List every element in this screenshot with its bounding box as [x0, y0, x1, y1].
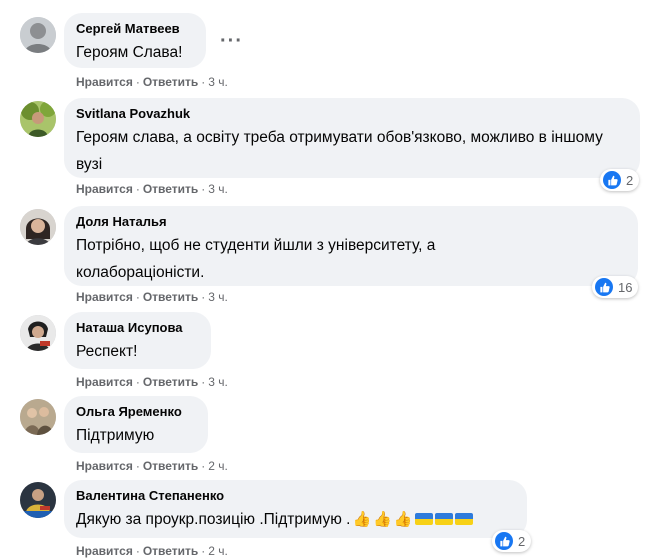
comment-text: Підтримую	[76, 427, 155, 444]
more-options-icon[interactable]: ···	[220, 31, 243, 51]
comment-actions: Нравится · Ответить · 3 ч.	[76, 290, 228, 304]
comment-time[interactable]: 3 ч.	[208, 182, 228, 196]
like-link[interactable]: Нравится	[76, 459, 133, 473]
comment-text-content: Дякую за проукр.позицію .Підтримую .	[76, 511, 351, 528]
comment-bubble: Валентина Степаненко Дякую за проукр.поз…	[64, 480, 527, 538]
comment-actions: Нравится · Ответить · 3 ч.	[76, 75, 228, 89]
reply-link[interactable]: Ответить	[143, 544, 198, 558]
comment-actions: Нравится · Ответить · 3 ч.	[76, 182, 228, 196]
reaction-number: 2	[518, 533, 526, 549]
avatar[interactable]	[20, 482, 56, 518]
avatar[interactable]	[20, 209, 56, 245]
comment-actions: Нравится · Ответить · 2 ч.	[76, 544, 228, 558]
comment-time[interactable]: 3 ч.	[208, 290, 228, 304]
thumbs-up-emoji: 👍	[373, 511, 392, 528]
avatar-image	[20, 399, 56, 435]
comment-bubble: Svitlana Povazhuk Героям слава, а освіту…	[64, 98, 640, 178]
comment-text: Респект!	[76, 343, 138, 360]
comment-time[interactable]: 2 ч.	[208, 459, 228, 473]
comment-author[interactable]: Ольга Яременко	[76, 404, 196, 420]
avatar-image	[20, 17, 56, 53]
reaction-number: 2	[626, 172, 634, 188]
like-link[interactable]: Нравится	[76, 290, 133, 304]
reply-link[interactable]: Ответить	[143, 75, 198, 89]
comment-bubble: Сергей Матвеев Героям Слава!	[64, 13, 206, 68]
reaction-count[interactable]: 16	[592, 276, 639, 298]
comment-time[interactable]: 3 ч.	[208, 375, 228, 389]
comment-author[interactable]: Сергей Матвеев	[76, 21, 194, 37]
comment-author[interactable]: Svitlana Povazhuk	[76, 106, 628, 122]
avatar-image	[20, 101, 56, 137]
like-icon	[595, 278, 613, 296]
thumbs-up-emoji: 👍	[393, 511, 413, 528]
avatar[interactable]	[20, 315, 56, 351]
reaction-number: 16	[618, 279, 633, 295]
thumbs-up-emoji: 👍	[352, 511, 372, 528]
like-link[interactable]: Нравится	[76, 182, 133, 196]
like-link[interactable]: Нравится	[76, 544, 133, 558]
like-icon	[603, 171, 621, 189]
reply-link[interactable]: Ответить	[143, 459, 198, 473]
ukraine-flag-emoji	[454, 513, 473, 525]
comment-bubble: Ольга Яременко Підтримую	[64, 396, 208, 453]
comment-actions: Нравится · Ответить · 2 ч.	[76, 459, 228, 473]
avatar[interactable]	[20, 399, 56, 435]
like-icon	[495, 532, 513, 550]
comment-actions: Нравится · Ответить · 3 ч.	[76, 375, 228, 389]
avatar-image	[20, 209, 56, 245]
comment-bubble: Доля Наталья Потрібно, щоб не студенти й…	[64, 206, 638, 286]
comment-time[interactable]: 3 ч.	[208, 75, 228, 89]
avatar[interactable]	[20, 101, 56, 137]
reaction-count[interactable]: 2	[600, 169, 640, 191]
comment-author[interactable]: Доля Наталья	[76, 214, 626, 230]
comment-bubble: Наташа Исупова Респект!	[64, 312, 211, 369]
ukraine-flag-emoji	[434, 513, 453, 525]
avatar-image	[20, 482, 56, 518]
reply-link[interactable]: Ответить	[143, 182, 198, 196]
avatar[interactable]	[20, 17, 56, 53]
reply-link[interactable]: Ответить	[143, 375, 198, 389]
avatar-image	[20, 315, 56, 351]
comment-time[interactable]: 2 ч.	[208, 544, 228, 558]
reply-link[interactable]: Ответить	[143, 290, 198, 304]
comment-text: Героям Слава!	[76, 44, 183, 61]
comment-text: Дякую за проукр.позицію .Підтримую . 👍 👍 👍	[76, 506, 515, 533]
comment-author[interactable]: Валентина Степаненко	[76, 488, 515, 504]
reaction-count[interactable]: 2	[492, 530, 532, 552]
like-link[interactable]: Нравится	[76, 375, 133, 389]
ukraine-flag-emoji	[414, 513, 433, 525]
comment-author[interactable]: Наташа Исупова	[76, 320, 199, 336]
like-link[interactable]: Нравится	[76, 75, 133, 89]
comment-text: Потрібно, щоб не студенти йшли з універс…	[76, 237, 436, 281]
comment-text: Героям слава, а освіту треба отримувати …	[76, 129, 603, 173]
